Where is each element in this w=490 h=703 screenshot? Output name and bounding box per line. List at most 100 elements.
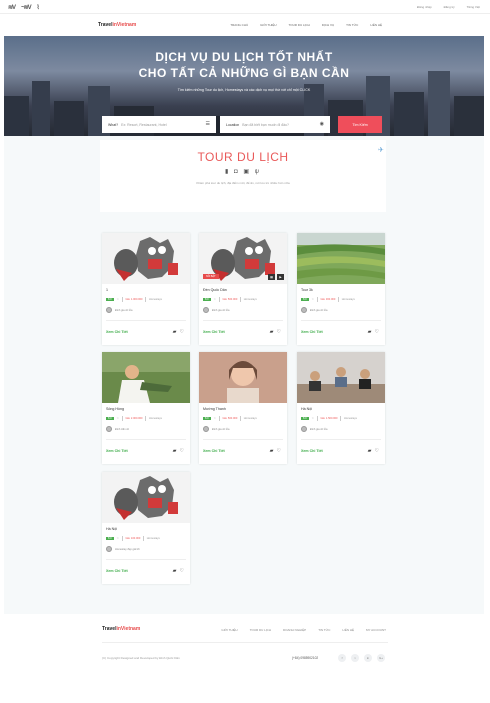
rating-badge: 8.0	[106, 537, 114, 540]
view-details-link[interactable]: Xem Chi Tiết	[106, 449, 128, 453]
section-description: Khám phá tour du lịch, địa điểm mới, để …	[196, 181, 290, 185]
top-bar: ≋V ~≋V ⌇ Đăng nhập Đăng ký Tiếng Việt	[0, 0, 490, 14]
tour-card[interactable]: 1 8.0 ☆ Giá: 1.000.000 Homestays Đinh gia vũ …	[102, 233, 190, 345]
briefcase-icon[interactable]: ▰	[368, 448, 372, 454]
what-search-field[interactable]: What? Ex: Resort, Restaurant, Hotel ☰	[102, 116, 216, 133]
briefcase-icon[interactable]: ▰	[173, 448, 177, 454]
tour-meta: 8.0 ☆ Giá: 300.000 Homestays	[301, 297, 355, 302]
briefcase-icon[interactable]: ▰	[368, 329, 372, 335]
briefcase-icon[interactable]: ▰	[270, 329, 274, 335]
tour-image[interactable]	[102, 352, 190, 403]
view-details-link[interactable]: Xem Chi Tiết	[106, 569, 128, 573]
tour-title[interactable]: Tour 3k	[301, 288, 313, 292]
nav-item-tours[interactable]: TOUR DU LỊCH	[289, 23, 310, 27]
host-info: Homestay đẹp giá tốt	[106, 546, 140, 552]
video-icon[interactable]: ▶	[277, 274, 284, 280]
rating-badge: 8.0	[106, 417, 114, 420]
tour-title[interactable]: Hà Nội	[301, 407, 312, 411]
card-divider	[301, 439, 381, 440]
briefcase-icon[interactable]: ▰	[173, 568, 177, 574]
register-link[interactable]: Đăng ký	[444, 5, 455, 9]
section-title: TOUR DU LỊCH	[197, 150, 289, 164]
host-name: Đinh gia vũ lửa	[310, 427, 328, 431]
tour-image[interactable]	[102, 472, 190, 523]
food-icon: ψ	[254, 169, 261, 175]
heart-icon[interactable]: ♡	[277, 329, 281, 335]
footer-link-tours[interactable]: TOUR DU LỊCH	[250, 628, 271, 632]
footer-link-contact[interactable]: LIÊN HỆ	[342, 628, 354, 632]
heart-icon[interactable]: ♡	[180, 329, 184, 335]
tour-card[interactable]: Sông Hồng 8.0 ☆ Giá: 2.000.000 Homestays Đinh…	[102, 352, 190, 464]
footer-link-news[interactable]: TIN TỨC	[318, 628, 330, 632]
facebook-icon[interactable]: f	[338, 654, 346, 662]
tour-meta: 8.0 ☆ Giá: 500.000 Homestays	[203, 297, 257, 302]
heart-icon[interactable]: ♡	[277, 448, 281, 454]
hero-subtitle: Tìm kiếm những Tour du lịch, Homestays v…	[177, 88, 311, 92]
avatar	[203, 307, 209, 313]
language-link[interactable]: Tiếng Việt	[467, 5, 480, 9]
rating-badge: 8.0	[203, 417, 211, 420]
nav-item-news[interactable]: TIN TỨC	[346, 23, 358, 27]
tour-title[interactable]: Đền Quốc Dân	[203, 288, 227, 292]
what-input[interactable]: Ex: Resort, Restaurant, Hotel	[121, 123, 167, 127]
tour-image[interactable]	[102, 233, 190, 284]
heart-icon[interactable]: ♡	[375, 329, 379, 335]
brand-logo[interactable]: TravelinVietnam	[98, 22, 136, 28]
briefcase-icon[interactable]: ▰	[173, 329, 177, 335]
twitter-icon[interactable]: t	[351, 654, 359, 662]
google-plus-icon[interactable]: G+	[377, 654, 385, 662]
briefcase-icon[interactable]: ▰	[270, 448, 274, 454]
tour-title[interactable]: Hà Nội	[106, 527, 117, 531]
tour-title[interactable]: Mường Thanh	[203, 407, 226, 411]
nav-item-about[interactable]: GIỚI THIỆU	[260, 23, 276, 27]
tour-card[interactable]: Hà Nội 8.0 ☆ Giá: 100.000 Homestays Homestay …	[102, 472, 190, 584]
footer-link-business[interactable]: DOANH NGHIỆP	[283, 628, 306, 632]
avatar	[106, 307, 112, 313]
avatar	[203, 426, 209, 432]
host-name: Đinh trần vũ	[115, 427, 129, 431]
gallery-icon[interactable]: ▦	[268, 274, 275, 280]
tour-type: Homestays	[343, 417, 357, 420]
star-icon: ☆	[213, 298, 216, 301]
host-info: Đinh gia vũ lửa	[301, 426, 327, 432]
tour-title[interactable]: 1	[106, 288, 108, 292]
login-link[interactable]: Đăng nhập	[417, 5, 432, 9]
nav-item-services[interactable]: DỊCH VỤ	[322, 23, 334, 27]
footer-link-account[interactable]: MY ACCOUNT	[366, 628, 386, 632]
location-input[interactable]: Bạn đã biết bạn muốn đi đâu?	[242, 123, 289, 127]
tour-card[interactable]: NỔI BẬT ▦ ▶ Đền Quốc Dân 8.0 ☆ Giá: 500.000 Hom…	[199, 233, 287, 345]
avatar	[301, 307, 307, 313]
card-divider	[203, 320, 283, 321]
plane-icon: ✈	[378, 147, 384, 154]
footer-link-about[interactable]: GIỚI THIỆU	[221, 628, 237, 632]
heart-icon[interactable]: ♡	[180, 448, 184, 454]
heart-icon[interactable]: ♡	[375, 448, 379, 454]
tour-image[interactable]	[199, 352, 287, 403]
card-divider	[106, 439, 186, 440]
what-label: What?	[108, 122, 119, 127]
tour-card[interactable]: Tour 3k 8.0 ☆ Giá: 300.000 Homestays Đinh gia…	[297, 233, 385, 345]
tour-meta: 8.0 ☆ Giá: 100.000 Homestays	[106, 536, 160, 541]
view-details-link[interactable]: Xem Chi Tiết	[203, 449, 225, 453]
location-search-field[interactable]: Location Bạn đã biết bạn muốn đi đâu? ◉	[220, 116, 330, 133]
view-details-link[interactable]: Xem Chi Tiết	[203, 330, 225, 334]
tour-section-header: TOUR DU LỊCH ▮ ◘ ▣ ψ Khám phá tour du lị…	[100, 140, 386, 212]
tour-card[interactable]: Mường Thanh 8.0 ☆ Giá: 500.000 Homestays Đinh…	[199, 352, 287, 464]
search-button[interactable]: Tìm Kiếm	[338, 116, 382, 133]
tour-title[interactable]: Sông Hồng	[106, 407, 124, 411]
view-details-link[interactable]: Xem Chi Tiết	[301, 449, 323, 453]
main-nav: TravelinVietnam TRANG CHỦ GIỚI THIỆU TOU…	[0, 14, 490, 36]
view-details-link[interactable]: Xem Chi Tiết	[106, 330, 128, 334]
tour-price: Giá: 1.000.000	[125, 298, 143, 301]
tour-image[interactable]	[297, 352, 385, 403]
linkedin-icon[interactable]: in	[364, 654, 372, 662]
tour-card[interactable]: Hà Nội 8.0 ☆ Giá: 1.500.000 Homestays Đinh gi…	[297, 352, 385, 464]
view-details-link[interactable]: Xem Chi Tiết	[301, 330, 323, 334]
tour-image[interactable]	[297, 233, 385, 284]
heart-icon[interactable]: ♡	[180, 568, 184, 574]
footer-brand[interactable]: TravelinVietnam	[102, 626, 140, 632]
tour-type: Homestays	[148, 417, 162, 420]
nav-item-contact[interactable]: LIÊN HỆ	[370, 23, 382, 27]
tour-price: Giá: 100.000	[125, 537, 141, 540]
nav-item-home[interactable]: TRANG CHỦ	[230, 23, 248, 27]
